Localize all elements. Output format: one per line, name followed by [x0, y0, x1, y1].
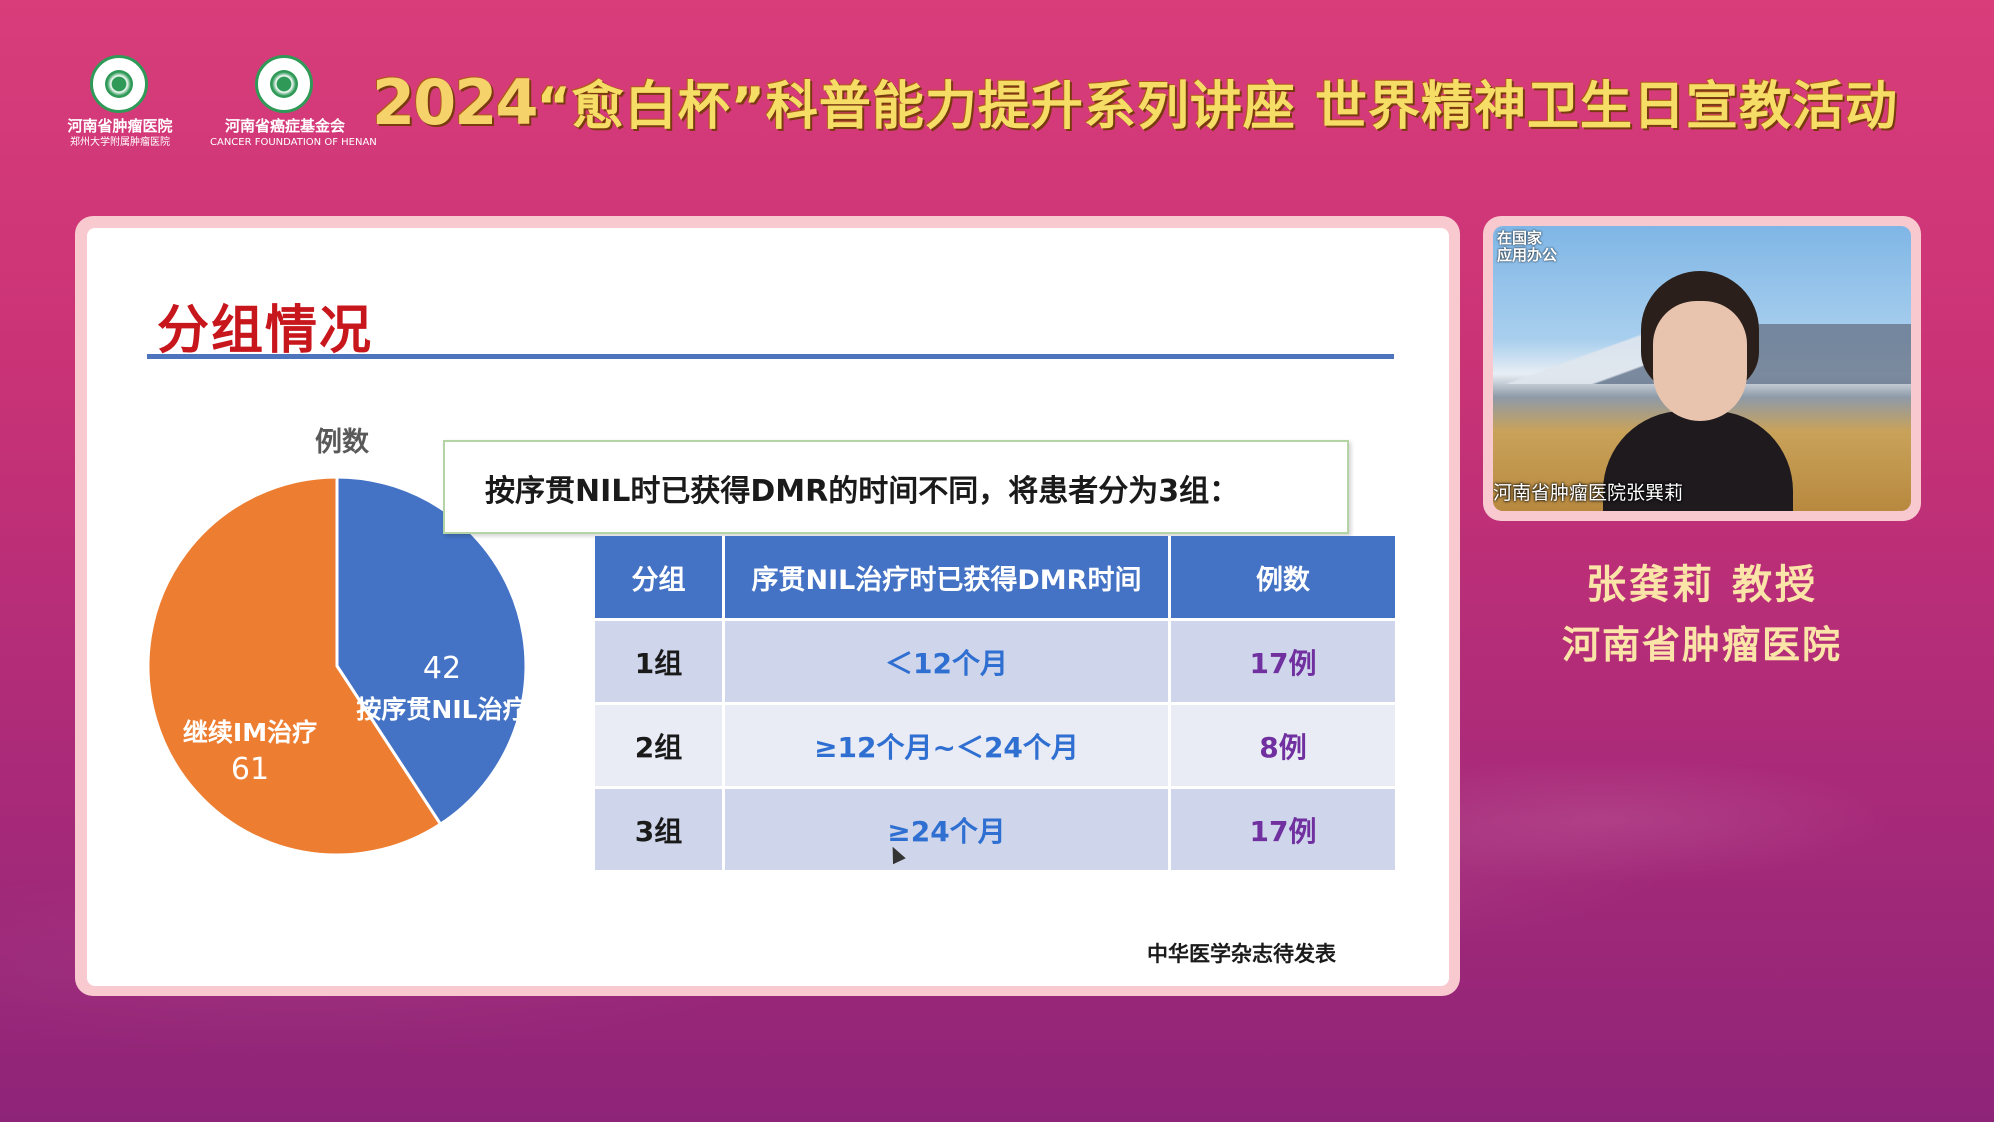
table-cell-count: 17例: [1171, 618, 1395, 702]
header-banner: 河南省肿瘤医院 郑州大学附属肿瘤医院 河南省癌症基金会 CANCER FOUND…: [0, 0, 1994, 175]
table-row: 2组 ≥12个月~＜24个月 8例: [595, 702, 1395, 786]
pie-slice-value-label: 42: [423, 651, 461, 686]
speaker-organization: 河南省肿瘤医院: [1561, 623, 1842, 667]
speaker-name: 张龚莉 教授: [1586, 562, 1818, 608]
table-cell-time: ≥24个月: [725, 786, 1171, 870]
speaker-video: 在国家 应用办公 河南省肿瘤医院张巽莉: [1493, 226, 1911, 511]
foundation-logo-name: 河南省癌症基金会: [224, 117, 345, 135]
table-cell-count: 8例: [1171, 702, 1395, 786]
group-table: 分组 序贯NIL治疗时已获得DMR时间 例数 1组 ＜12个月 17例 2组 ≥…: [595, 536, 1395, 870]
source-note: 中华医学杂志待发表: [1147, 942, 1336, 966]
presentation-slide: 分组情况 例数 按序贯NIL治疗 42 继续IM治疗 61 按序贯NIL时已获得DMR…: [87, 228, 1449, 986]
speaker-face: [1653, 301, 1747, 421]
table-row: 1组 ＜12个月 17例: [595, 618, 1395, 702]
table-cell-group: 1组: [595, 618, 725, 702]
table-row: 3组 ≥24个月 17例: [595, 786, 1395, 870]
event-title-text: “愈白杯”科普能力提升系列讲座 世界精神卫生日宣教活动: [536, 77, 1899, 137]
foundation-logo-subname: CANCER FOUNDATION OF HENAN: [210, 137, 377, 148]
slide-title: 分组情况: [157, 301, 374, 361]
hospital-logo-name: 河南省肿瘤医院: [67, 117, 173, 135]
table-header-count: 例数: [1171, 536, 1395, 618]
foundation-logo: 河南省癌症基金会 CANCER FOUNDATION OF HENAN: [210, 55, 377, 155]
slide-title-divider: [147, 354, 1394, 359]
hospital-logo: 河南省肿瘤医院 郑州大学附属肿瘤医院: [55, 55, 185, 155]
pie-slice-category-label: 继续IM治疗: [183, 718, 317, 747]
table-header-row: 分组 序贯NIL治疗时已获得DMR时间 例数: [595, 536, 1395, 618]
callout-box: 按序贯NIL时已获得DMR的时间不同，将患者分为3组：: [443, 440, 1349, 534]
pie-slice-category-label: 按序贯NIL治疗: [356, 695, 527, 724]
event-title: 2024“愈白杯”科普能力提升系列讲座 世界精神卫生日宣教活动: [372, 64, 1898, 144]
foundation-emblem-icon: [255, 55, 313, 113]
table-header-group: 分组: [595, 536, 725, 618]
video-background-sign: 在国家 应用办公: [1497, 229, 1558, 264]
pie-slice-value-label: 61: [231, 752, 269, 787]
speaker-figure: [1603, 271, 1793, 511]
event-year: 2024: [372, 66, 539, 139]
video-caption: 河南省肿瘤医院张巽莉: [1493, 482, 1684, 504]
table-cell-time: ≥12个月~＜24个月: [725, 702, 1171, 786]
table-cell-time: ＜12个月: [725, 618, 1171, 702]
callout-text: 按序贯NIL时已获得DMR的时间不同，将患者分为3组：: [485, 474, 1240, 509]
pie-chart-title: 例数: [315, 427, 369, 458]
hospital-emblem-icon: [90, 55, 148, 113]
table-cell-group: 2组: [595, 702, 725, 786]
table-header-time: 序贯NIL治疗时已获得DMR时间: [725, 536, 1171, 618]
hospital-logo-subname: 郑州大学附属肿瘤医院: [70, 137, 170, 148]
table-cell-count: 17例: [1171, 786, 1395, 870]
table-cell-group: 3组: [595, 786, 725, 870]
